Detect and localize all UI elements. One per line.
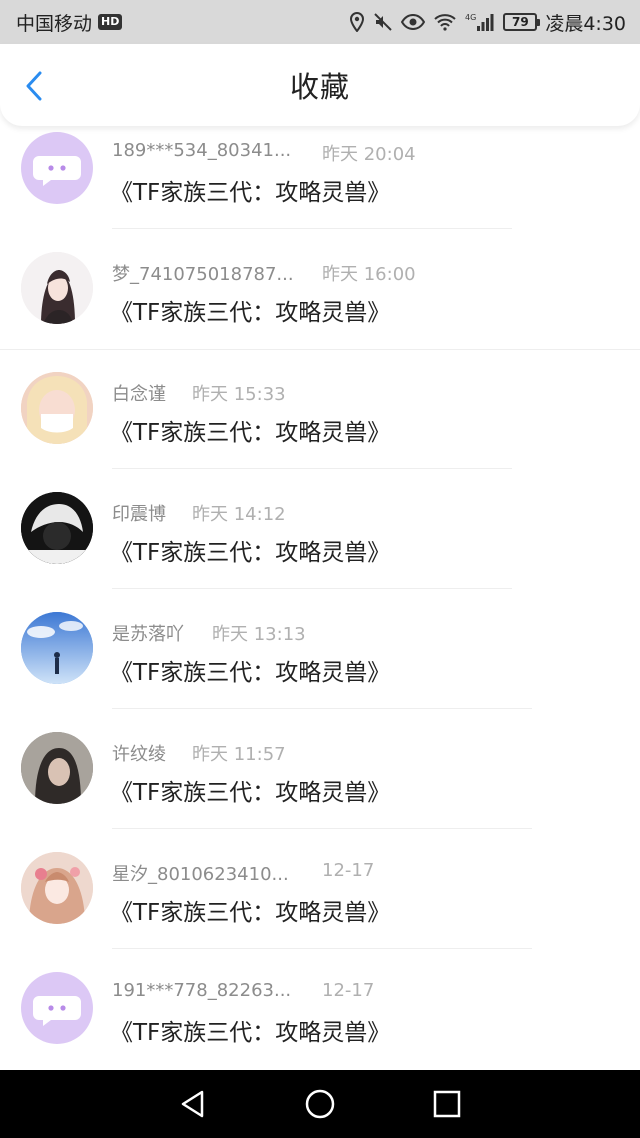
signal-icon: 4G [465, 12, 495, 32]
nav-recents-button[interactable] [427, 1084, 467, 1124]
item-meta: 191***778_82263... 12-17 [112, 980, 374, 1001]
chat-bubble-icon [33, 996, 81, 1026]
photo-avatar[interactable] [21, 372, 93, 444]
circle-home-icon [305, 1089, 335, 1119]
list-item[interactable]: 印震博 昨天 14:12 《TF家族三代：攻略灵兽》 [0, 486, 640, 606]
anime-girl-image [21, 852, 93, 924]
dark-portrait-image [21, 492, 93, 564]
list-item[interactable]: 是苏落吖 昨天 13:13 《TF家族三代：攻略灵兽》 [0, 606, 640, 726]
anime-girl-avatar[interactable] [21, 852, 93, 924]
back-button[interactable] [18, 70, 50, 102]
anime-girl-avatar[interactable] [21, 252, 93, 324]
favorites-list: 189***534_80341... 昨天 20:04 《TF家族三代：攻略灵兽… [0, 126, 640, 1070]
nav-home-button[interactable] [300, 1084, 340, 1124]
dark-photo-avatar[interactable] [21, 492, 93, 564]
timestamp: 昨天 20:04 [322, 144, 416, 165]
work-title: 《TF家族三代：攻略灵兽》 [110, 300, 391, 326]
location-icon [349, 12, 365, 32]
sky-image [21, 612, 93, 684]
author-name: 梦_741075018787... [112, 264, 294, 285]
author-name: 189***534_80341... [112, 140, 292, 161]
triangle-back-icon [182, 1090, 204, 1118]
anime-girl-image [21, 252, 93, 324]
work-title: 《TF家族三代：攻略灵兽》 [110, 1020, 391, 1046]
work-title: 《TF家族三代：攻略灵兽》 [110, 420, 391, 446]
timestamp: 昨天 14:12 [192, 504, 286, 525]
chat-bubble-icon [33, 156, 81, 186]
item-meta: 许纹绫 昨天 11:57 [112, 740, 286, 766]
item-meta: 印震博 昨天 14:12 [112, 500, 286, 526]
timestamp: 昨天 15:33 [192, 384, 286, 405]
work-title: 《TF家族三代：攻略灵兽》 [110, 780, 391, 806]
chevron-left-icon [26, 71, 42, 101]
author-name: 许纹绫 [112, 744, 166, 765]
divider [112, 468, 512, 469]
author-name: 191***778_82263... [112, 980, 292, 1001]
portrait-image [21, 732, 93, 804]
item-meta: 是苏落吖 昨天 13:13 [112, 620, 306, 646]
item-meta: 星汐_8010623410... 12-17 [112, 860, 374, 886]
timestamp: 昨天 13:13 [212, 624, 306, 645]
author-name: 印震博 [112, 504, 166, 525]
divider [112, 828, 532, 829]
divider [112, 588, 512, 589]
status-left: 中国移动 HD [16, 9, 123, 36]
list-item[interactable]: 许纹绫 昨天 11:57 《TF家族三代：攻略灵兽》 [0, 726, 640, 846]
work-title: 《TF家族三代：攻略灵兽》 [110, 540, 391, 566]
default-chat-avatar[interactable] [21, 132, 93, 204]
page-title: 收藏 [289, 70, 350, 104]
item-meta: 白念谨 昨天 15:33 [112, 380, 286, 406]
timestamp: 昨天 16:00 [322, 264, 416, 285]
status-right: 4G 79 凌晨4:30 [349, 9, 626, 36]
work-title: 《TF家族三代：攻略灵兽》 [110, 900, 391, 926]
work-title: 《TF家族三代：攻略灵兽》 [110, 660, 391, 686]
item-meta: 189***534_80341... 昨天 20:04 [112, 140, 416, 165]
nav-back-button[interactable] [173, 1084, 213, 1124]
author-name: 白念谨 [112, 384, 166, 405]
list-item[interactable]: 白念谨 昨天 15:33 《TF家族三代：攻略灵兽》 [0, 366, 640, 486]
divider [112, 228, 512, 229]
timestamp: 12-17 [322, 980, 375, 1001]
network-type-label: 4G [465, 13, 476, 22]
work-title: 《TF家族三代：攻略灵兽》 [110, 180, 391, 206]
timestamp: 昨天 11:57 [192, 744, 286, 765]
list-item[interactable]: 191***778_82263... 12-17 《TF家族三代：攻略灵兽》 [0, 966, 640, 1070]
top-bar: 收藏 [0, 44, 640, 126]
sky-photo-avatar[interactable] [21, 612, 93, 684]
battery-icon: 79 [503, 13, 541, 31]
wifi-icon [433, 13, 457, 31]
default-chat-avatar[interactable] [21, 972, 93, 1044]
author-name: 是苏落吖 [112, 624, 184, 645]
portrait-image [21, 372, 93, 444]
photo-avatar[interactable] [21, 732, 93, 804]
item-meta: 梦_741075018787... 昨天 16:00 [112, 260, 416, 286]
hd-badge: HD [98, 14, 123, 30]
eye-icon [401, 13, 426, 31]
list-item[interactable]: 星汐_8010623410... 12-17 《TF家族三代：攻略灵兽》 [0, 846, 640, 966]
divider [0, 349, 640, 350]
list-item[interactable]: 梦_741075018787... 昨天 16:00 《TF家族三代：攻略灵兽》 [0, 246, 640, 366]
divider [112, 708, 532, 709]
list-item[interactable]: 189***534_80341... 昨天 20:04 《TF家族三代：攻略灵兽… [0, 126, 640, 246]
status-time: 凌晨4:30 [545, 12, 626, 35]
carrier-name: 中国移动 [16, 12, 93, 35]
square-recents-icon [433, 1090, 460, 1118]
author-name: 星汐_8010623410... [112, 864, 289, 885]
system-nav-bar [0, 1070, 640, 1138]
divider [112, 948, 532, 949]
mute-icon [373, 12, 393, 32]
timestamp: 12-17 [322, 860, 375, 881]
status-bar: 中国移动 HD 4G 79 凌晨4:30 [0, 0, 640, 44]
